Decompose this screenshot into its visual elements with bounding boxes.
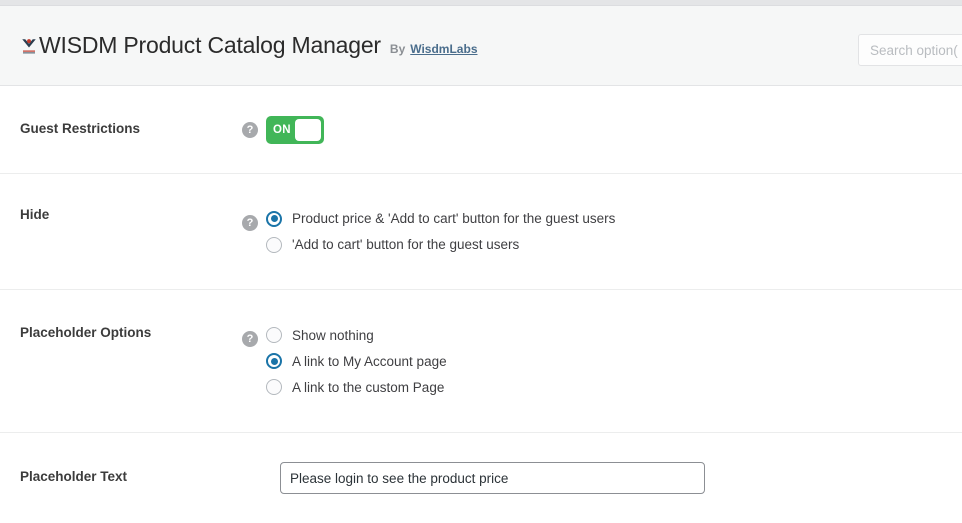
radio-label: A link to the custom Page (292, 379, 445, 395)
help-icon[interactable]: ? (242, 331, 258, 347)
radio-label: Show nothing (292, 327, 374, 343)
search-box[interactable] (858, 34, 962, 66)
brand-by-label: By (389, 42, 406, 56)
radio-hide-price-and-cart[interactable]: Product price & 'Add to cart' button for… (266, 206, 615, 232)
help-icon[interactable]: ? (242, 121, 258, 138)
vendor-link[interactable]: WisdmLabs (410, 42, 477, 56)
plugin-header: WISDM Product Catalog Manager By WisdmLa… (0, 6, 962, 86)
setting-control-hide: ? Product price & 'Add to cart' button f… (242, 206, 942, 258)
radio-mark-icon (266, 236, 282, 253)
search-input[interactable] (858, 34, 962, 66)
setting-label-guest-restrictions: Guest Restrictions (20, 120, 141, 136)
setting-label-placeholder-text: Placeholder Text (20, 469, 128, 485)
setting-label-hide: Hide (20, 207, 50, 222)
setting-row-guest-restrictions: Guest Restrictions ? ON (0, 86, 962, 174)
placeholder-options-radio-block: ? Show nothing A link to My Account page… (242, 322, 447, 400)
guest-restrictions-toggle[interactable]: ON (266, 115, 324, 144)
radio-label: Product price & 'Add to cart' button for… (292, 211, 616, 226)
radio-label: A link to My Account page (292, 353, 447, 369)
radio-mark-icon (266, 353, 282, 369)
radio-label: 'Add to cart' button for the guest users (292, 237, 520, 252)
brand: WISDM Product Catalog Manager By WisdmLa… (0, 32, 478, 59)
radio-link-custom-page[interactable]: A link to the custom Page (266, 374, 447, 400)
hide-radio-block: ? Product price & 'Add to cart' button f… (242, 206, 615, 258)
setting-label-placeholder-options: Placeholder Options (20, 325, 152, 340)
setting-row-placeholder-text: Placeholder Text (0, 433, 962, 523)
setting-control-placeholder-options: ? Show nothing A link to My Account page… (242, 322, 942, 400)
radio-mark-icon (266, 379, 282, 395)
radio-mark-icon (266, 327, 282, 343)
hide-radio-group: Product price & 'Add to cart' button for… (266, 206, 615, 258)
setting-control-placeholder-text (242, 462, 942, 494)
page-title: WISDM Product Catalog Manager (39, 32, 381, 58)
help-icon[interactable]: ? (242, 214, 258, 231)
setting-row-hide: Hide ? Product price & 'Add to cart' but… (0, 174, 962, 290)
placeholder-options-radio-group: Show nothing A link to My Account page A… (266, 322, 447, 400)
radio-link-my-account[interactable]: A link to My Account page (266, 348, 447, 374)
radio-hide-cart-only[interactable]: 'Add to cart' button for the guest users (266, 232, 615, 258)
setting-control-guest-restrictions: ? ON (242, 115, 942, 144)
radio-mark-icon (266, 210, 282, 227)
radio-show-nothing[interactable]: Show nothing (266, 322, 447, 348)
placeholder-text-input[interactable] (280, 462, 705, 494)
setting-row-placeholder-options: Placeholder Options ? Show nothing A lin… (0, 290, 962, 433)
wisdm-arrow-logo-icon (20, 36, 38, 56)
settings-panel: Guest Restrictions ? ON Hide ? Product p… (0, 86, 962, 523)
toggle-state-label: ON (273, 123, 291, 136)
toggle-knob (295, 118, 321, 141)
